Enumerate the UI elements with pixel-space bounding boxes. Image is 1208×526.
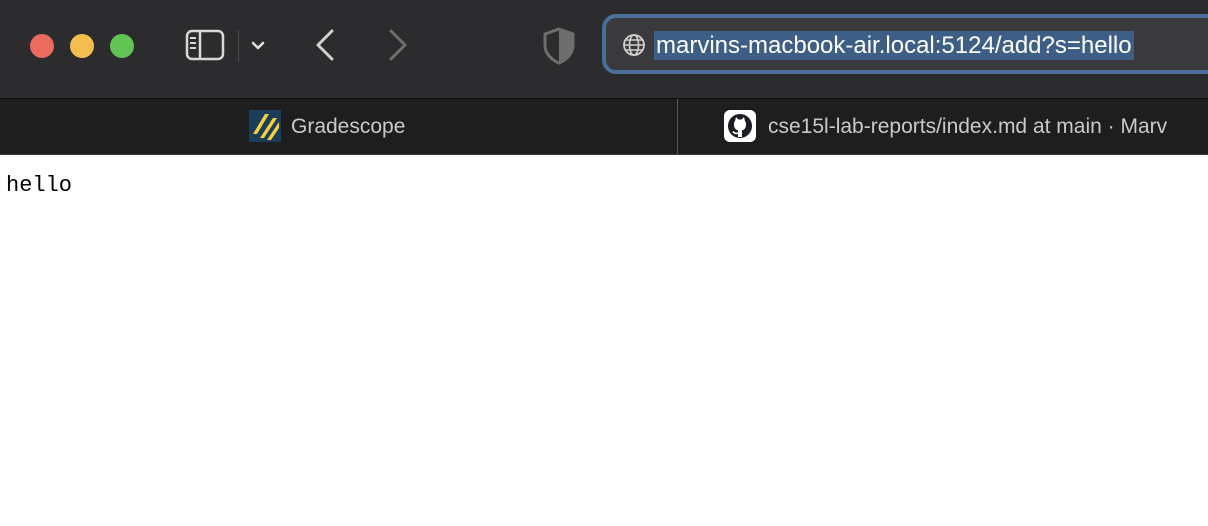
back-arrow-icon[interactable] [312, 28, 340, 62]
browser-toolbar: marvins-macbook-air.local:5124/add?s=hel… [0, 0, 1208, 98]
github-icon [724, 110, 756, 142]
sidebar-icon[interactable] [185, 29, 225, 61]
address-url-text[interactable]: marvins-macbook-air.local:5124/add?s=hel… [654, 31, 1134, 60]
privacy-shield-icon[interactable] [542, 27, 576, 65]
tab-github[interactable]: cse15l-lab-reports/index.md at main · Ma… [678, 99, 1208, 155]
toolbar-separator [238, 30, 239, 62]
globe-icon [623, 34, 645, 56]
tab-bar: Gradescope cse15l-lab-reports/index.md a… [0, 98, 1208, 155]
tab-label: Gradescope [291, 115, 406, 138]
gradescope-icon [249, 110, 281, 142]
zoom-window-button[interactable] [110, 34, 134, 58]
chevron-down-icon[interactable] [250, 38, 266, 54]
page-body-text: hello [6, 173, 73, 198]
minimize-window-button[interactable] [70, 34, 94, 58]
address-bar[interactable]: marvins-macbook-air.local:5124/add?s=hel… [602, 14, 1208, 74]
page-content: hello [0, 155, 1208, 526]
tab-label: cse15l-lab-reports/index.md at main · Ma… [768, 115, 1168, 138]
tab-gradescope[interactable]: Gradescope [0, 99, 677, 155]
close-window-button[interactable] [30, 34, 54, 58]
forward-arrow-icon[interactable] [383, 28, 411, 62]
